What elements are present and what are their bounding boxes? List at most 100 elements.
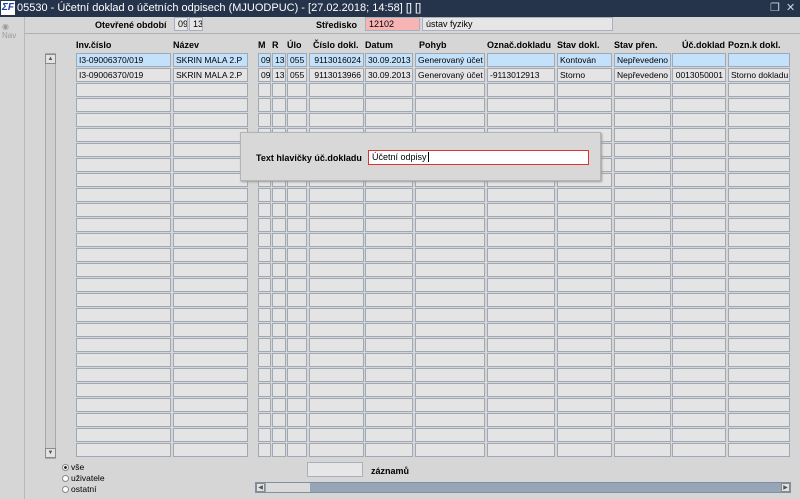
table-cell[interactable]	[415, 293, 485, 307]
table-cell[interactable]	[76, 143, 171, 157]
table-cell[interactable]	[365, 443, 413, 457]
table-cell[interactable]	[672, 233, 726, 247]
table-cell[interactable]	[728, 143, 790, 157]
table-cell[interactable]	[672, 428, 726, 442]
table-cell[interactable]	[487, 98, 555, 112]
table-cell[interactable]	[258, 278, 271, 292]
table-cell[interactable]	[272, 338, 286, 352]
table-cell[interactable]	[365, 233, 413, 247]
table-cell[interactable]	[287, 353, 307, 367]
table-cell[interactable]	[309, 263, 364, 277]
table-cell[interactable]	[287, 428, 307, 442]
filter-radio-all[interactable]: vše	[62, 462, 84, 472]
table-cell[interactable]	[258, 98, 271, 112]
table-cell[interactable]	[309, 98, 364, 112]
table-cell[interactable]: 9113016024	[309, 53, 364, 67]
table-cell[interactable]	[415, 263, 485, 277]
table-cell[interactable]	[728, 53, 790, 67]
table-cell[interactable]	[672, 278, 726, 292]
table-cell[interactable]	[272, 323, 286, 337]
table-cell[interactable]	[365, 383, 413, 397]
table-cell[interactable]: Kontován	[557, 53, 612, 67]
restore-icon[interactable]: ❐	[770, 0, 780, 17]
table-cell[interactable]: 13	[272, 53, 286, 67]
table-cell[interactable]	[258, 398, 271, 412]
table-cell[interactable]	[614, 143, 671, 157]
table-cell[interactable]	[415, 248, 485, 262]
table-cell[interactable]	[76, 368, 171, 382]
table-cell[interactable]	[76, 383, 171, 397]
table-cell[interactable]	[258, 308, 271, 322]
table-cell[interactable]	[258, 218, 271, 232]
table-cell[interactable]	[672, 443, 726, 457]
table-cell[interactable]	[728, 338, 790, 352]
table-cell[interactable]	[365, 353, 413, 367]
table-cell[interactable]: -9113012913	[487, 68, 555, 82]
table-cell[interactable]	[487, 218, 555, 232]
table-cell[interactable]	[557, 83, 612, 97]
period-month-field[interactable]: 09	[174, 17, 188, 31]
table-cell[interactable]	[287, 218, 307, 232]
table-cell[interactable]	[672, 398, 726, 412]
table-cell[interactable]: 13	[272, 68, 286, 82]
table-cell[interactable]	[76, 233, 171, 247]
table-cell[interactable]	[258, 188, 271, 202]
table-cell[interactable]	[173, 368, 248, 382]
table-cell[interactable]	[614, 263, 671, 277]
table-cell[interactable]	[672, 203, 726, 217]
table-cell[interactable]	[672, 143, 726, 157]
table-cell[interactable]	[309, 338, 364, 352]
table-cell[interactable]: 09	[258, 68, 271, 82]
table-cell[interactable]	[557, 398, 612, 412]
table-cell[interactable]	[173, 143, 248, 157]
table-cell[interactable]	[614, 83, 671, 97]
table-cell[interactable]	[728, 158, 790, 172]
table-cell[interactable]	[365, 263, 413, 277]
table-cell[interactable]	[728, 113, 790, 127]
table-cell[interactable]	[557, 293, 612, 307]
table-cell[interactable]: 055	[287, 68, 307, 82]
table-cell[interactable]	[557, 203, 612, 217]
period-year-field[interactable]: 13	[189, 17, 203, 31]
table-cell[interactable]	[365, 203, 413, 217]
table-cell[interactable]	[173, 413, 248, 427]
table-cell[interactable]: 09	[258, 53, 271, 67]
table-cell[interactable]	[76, 338, 171, 352]
table-cell[interactable]	[309, 188, 364, 202]
table-cell[interactable]	[415, 278, 485, 292]
table-cell[interactable]	[487, 278, 555, 292]
table-cell[interactable]	[258, 263, 271, 277]
table-cell[interactable]	[309, 353, 364, 367]
table-cell[interactable]	[272, 83, 286, 97]
table-cell[interactable]	[287, 413, 307, 427]
table-cell[interactable]	[76, 98, 171, 112]
table-cell[interactable]	[258, 368, 271, 382]
table-cell[interactable]: 9113013966	[309, 68, 364, 82]
table-cell[interactable]	[272, 383, 286, 397]
table-cell[interactable]	[272, 308, 286, 322]
table-cell[interactable]	[287, 83, 307, 97]
table-cell[interactable]	[614, 128, 671, 142]
table-cell[interactable]	[365, 278, 413, 292]
table-cell[interactable]	[272, 278, 286, 292]
table-cell[interactable]	[728, 248, 790, 262]
table-cell[interactable]	[309, 233, 364, 247]
table-cell[interactable]	[415, 308, 485, 322]
table-cell[interactable]	[672, 293, 726, 307]
table-cell[interactable]	[173, 263, 248, 277]
table-cell[interactable]	[173, 428, 248, 442]
table-cell[interactable]	[557, 113, 612, 127]
table-cell[interactable]	[728, 413, 790, 427]
table-cell[interactable]	[173, 158, 248, 172]
table-cell[interactable]	[365, 338, 413, 352]
table-cell[interactable]	[272, 113, 286, 127]
table-cell[interactable]	[272, 413, 286, 427]
table-cell[interactable]	[309, 278, 364, 292]
horizontal-scrollbar[interactable]: ◀ ▶	[255, 482, 791, 493]
table-cell[interactable]	[258, 428, 271, 442]
table-cell[interactable]	[272, 248, 286, 262]
table-cell[interactable]	[614, 203, 671, 217]
table-cell[interactable]	[365, 218, 413, 232]
filter-radio-users[interactable]: uživatele	[62, 473, 105, 483]
table-cell[interactable]	[415, 203, 485, 217]
